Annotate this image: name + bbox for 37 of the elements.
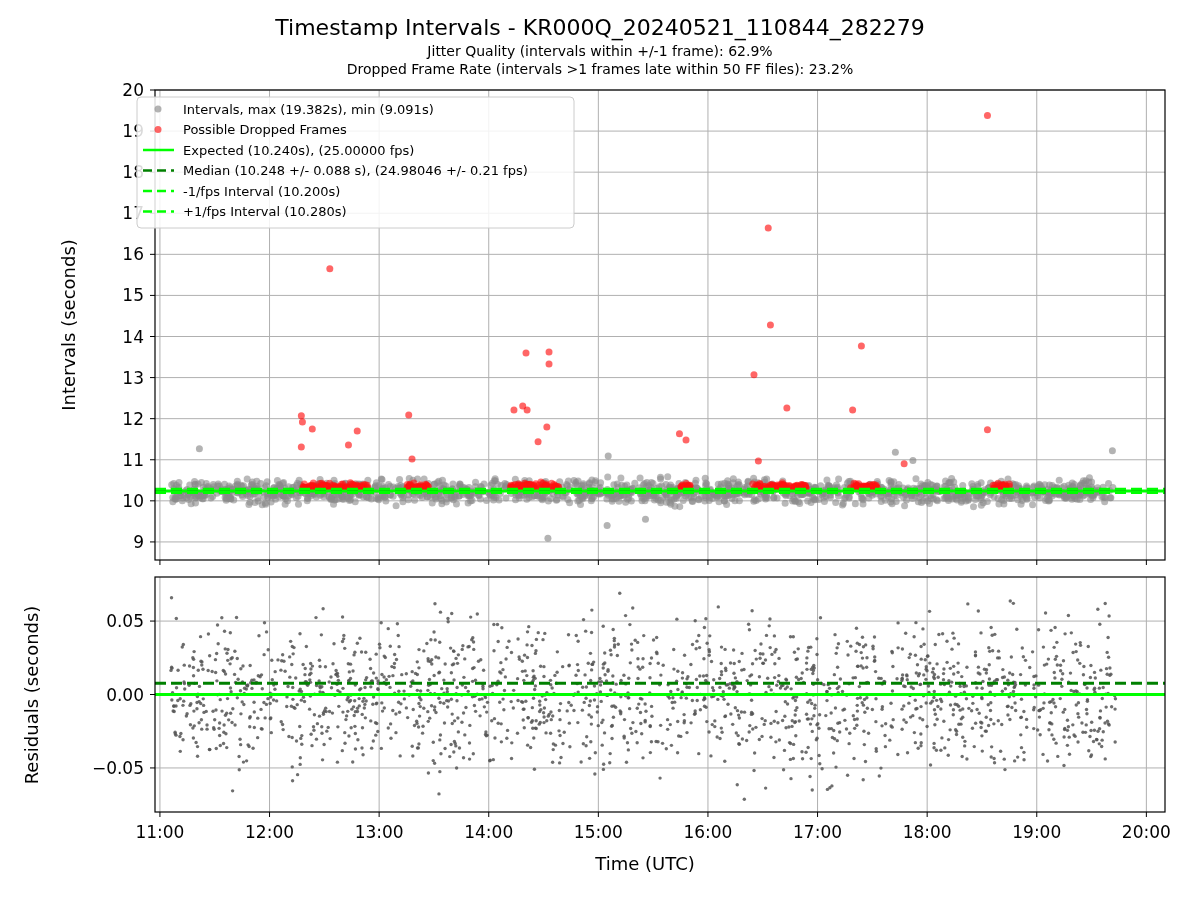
y-axis-label: Intervals (seconds)	[58, 239, 79, 411]
chart-subtitle: Jitter Quality (intervals within +/-1 frame): 62.9%	[427, 42, 773, 60]
y-tick-label: 0.00	[106, 684, 144, 705]
x-tick-label: 19:00	[1012, 822, 1062, 842]
legend-label: Intervals, max (19.382s), min (9.091s)	[183, 101, 434, 117]
y-tick-label: 18	[122, 162, 144, 183]
y-tick-label: 9	[133, 531, 144, 552]
y-tick-label: 13	[122, 367, 144, 388]
y-tick-label: 17	[122, 203, 144, 224]
y-tick-label: 16	[122, 244, 144, 265]
y-axis-label: Residuals (seconds)	[21, 605, 42, 785]
legend-label: Expected (10.240s), (25.00000 fps)	[183, 142, 415, 158]
x-tick-label: 17:00	[793, 822, 843, 842]
y-tick-label: 19	[122, 121, 144, 142]
y-tick-label: 20	[122, 80, 144, 100]
chart-subtitle: Dropped Frame Rate (intervals >1 frames late within 50 FF files): 23.2%	[346, 60, 854, 78]
x-tick-label: 18:00	[902, 822, 952, 842]
x-axis-label: Time (UTC)	[595, 853, 695, 874]
legend-label: -1/fps Interval (10.200s)	[183, 183, 341, 199]
y-tick-label: 15	[122, 285, 144, 306]
chart-title: Timestamp Intervals - KR000Q_20240521_110844_282279	[275, 14, 925, 42]
legend-label: +1/fps Interval (10.280s)	[183, 204, 347, 219]
legend-label: Median (10.248 +/- 0.088 s), (24.98046 +/- 0.21 fps)	[183, 163, 528, 178]
x-tick-label: 11:00	[135, 822, 185, 842]
x-tick-label: 13:00	[354, 822, 404, 842]
legend-label: Possible Dropped Frames	[183, 122, 347, 137]
x-tick-label: 14:00	[464, 822, 514, 842]
y-tick-label: 14	[122, 326, 144, 347]
x-tick-label: 15:00	[573, 822, 623, 842]
y-tick-label: 0.05	[106, 611, 144, 632]
x-tick-label: 16:00	[683, 822, 733, 842]
x-tick-label: 20:00	[1121, 822, 1171, 842]
y-tick-label: 10	[122, 490, 144, 511]
y-tick-label: 12	[122, 408, 144, 429]
x-tick-label: 12:00	[245, 822, 295, 842]
y-tick-label: 11	[122, 449, 144, 470]
y-tick-label: −0.05	[91, 757, 144, 778]
